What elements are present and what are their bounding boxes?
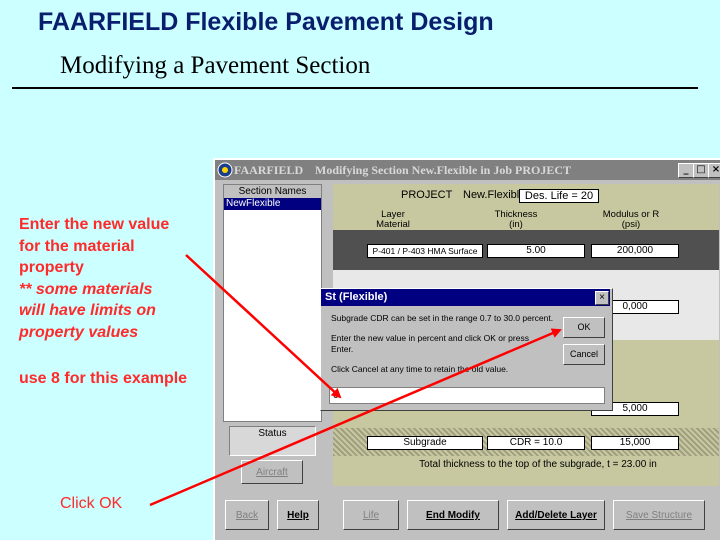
arrow-to-ok	[149, 328, 562, 507]
annotation-arrows	[149, 254, 562, 507]
arrow-to-input	[185, 254, 342, 399]
